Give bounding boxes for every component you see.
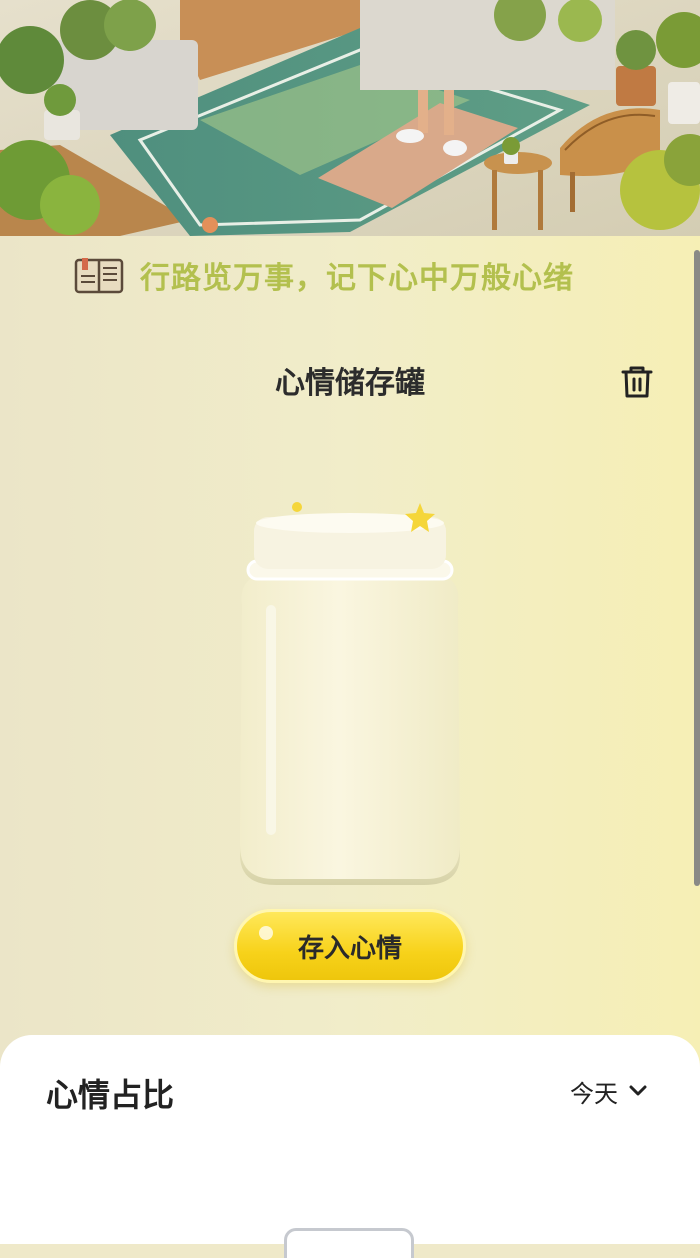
scroll-indicator[interactable] — [694, 250, 700, 886]
chevron-down-icon — [629, 1085, 647, 1096]
book-icon — [74, 256, 124, 294]
save-mood-button[interactable]: 存入心情 — [234, 909, 466, 983]
save-mood-label: 存入心情 — [297, 933, 402, 964]
mood-ratio-title: 心情占比 — [46, 1076, 175, 1114]
page-title: 心情储存罐 — [275, 366, 425, 401]
period-label: 今天 — [570, 1079, 618, 1108]
mood-jar — [230, 495, 470, 885]
tagline: 行路览万事，记下心中万般心绪 — [74, 252, 574, 298]
hero-illustration — [0, 0, 700, 236]
tagline-text: 行路览万事，记下心中万般心绪 — [140, 261, 574, 296]
period-selector[interactable]: 今天 — [570, 1074, 648, 1108]
trash-icon[interactable] — [617, 362, 657, 402]
segment-tab[interactable] — [284, 1228, 414, 1258]
mood-ratio-card — [0, 1035, 700, 1244]
button-gloss — [259, 926, 273, 940]
